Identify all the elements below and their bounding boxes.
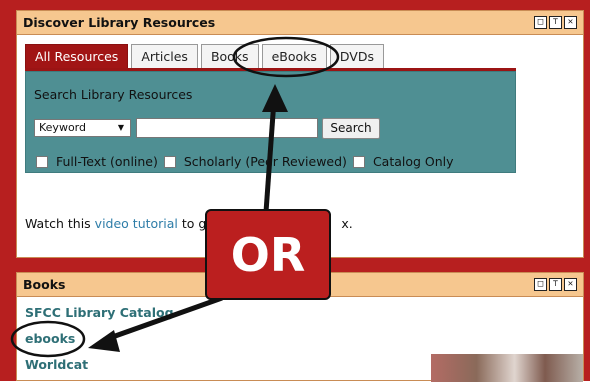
arrow-up-head <box>262 84 288 112</box>
ebooks-tab-highlight-circle <box>232 36 340 78</box>
annotation-overlay <box>10 36 340 358</box>
arrow-left-shaft <box>103 295 223 343</box>
or-callout: OR <box>205 209 331 300</box>
arrow-up-shaft <box>263 99 277 213</box>
ebooks-link-highlight-circle <box>10 320 86 358</box>
or-label: OR <box>230 227 306 282</box>
arrow-left-head <box>88 330 120 352</box>
